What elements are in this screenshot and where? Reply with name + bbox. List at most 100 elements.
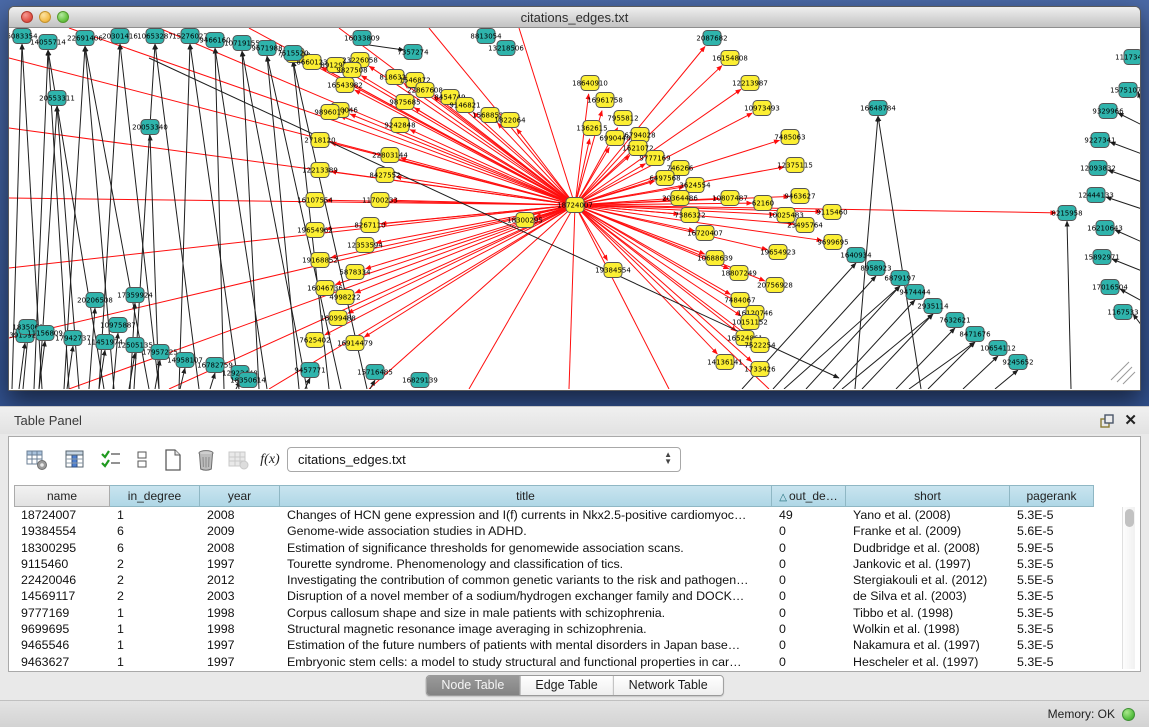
graph-edge[interactable]	[210, 373, 215, 389]
graph-edge[interactable]	[190, 44, 239, 389]
cell-short: Wolkin et al. (1998)	[846, 621, 1010, 637]
graph-edge[interactable]	[575, 205, 607, 261]
column-header-year[interactable]: year	[200, 485, 280, 507]
graph-edge[interactable]	[963, 356, 998, 389]
cell-short: Stergiakouli et al. (2012)	[846, 572, 1010, 588]
cell-out_de: 0	[772, 654, 846, 670]
column-header-name[interactable]: name	[14, 485, 110, 507]
scrollbar-thumb[interactable]	[1125, 509, 1134, 527]
graph-edge[interactable]	[1067, 221, 1071, 389]
cell-title: Structural magnetic resonance image aver…	[280, 621, 772, 637]
table-panel: Table Panel ✕	[0, 406, 1149, 727]
column-header-short[interactable]: short	[846, 485, 1010, 507]
graph-node-label: 10688639	[697, 255, 733, 263]
table-row[interactable]: 1872400712008Changes of HCN gene express…	[14, 507, 1094, 523]
tab-edge-table[interactable]: Edge Table	[519, 676, 612, 695]
graph-edge[interactable]	[784, 286, 900, 389]
column-header-pagerank[interactable]: pagerank	[1010, 485, 1094, 507]
sort-ascending-icon: △	[779, 492, 787, 503]
graph-edge[interactable]	[369, 66, 575, 205]
graph-node-label: 2087682	[696, 35, 727, 43]
table-row[interactable]: 946554611997Estimation of the future num…	[14, 637, 1094, 653]
graph-edge[interactable]	[179, 44, 190, 389]
function-builder-button[interactable]: f(x)	[256, 446, 284, 474]
memory-status-label: Memory: OK	[1048, 707, 1115, 721]
graph-node-label: 19654962	[297, 227, 333, 235]
graph-edge[interactable]	[498, 123, 575, 205]
column-header-title[interactable]: title	[280, 485, 772, 507]
graph-node-label: 8427552	[369, 172, 400, 180]
table-row[interactable]: 1938455462009Genome-wide association stu…	[14, 523, 1094, 539]
tab-node-table[interactable]: Node Table	[426, 676, 519, 695]
graph-edge[interactable]	[345, 71, 575, 205]
cell-pagerank: 5.3E-5	[1010, 654, 1094, 670]
graph-edge[interactable]	[995, 370, 1018, 389]
vertical-scrollbar[interactable]	[1122, 507, 1135, 669]
graph-node-label: 16961758	[587, 97, 623, 105]
float-panel-icon[interactable]	[1099, 413, 1115, 429]
citation-network-graph[interactable]: 1872400718300295193845547463822866012389…	[9, 28, 1140, 389]
import-table-button[interactable]	[224, 446, 252, 474]
window-resize-grip-icon[interactable]	[1111, 362, 1129, 380]
graph-edge[interactable]	[39, 106, 57, 389]
table-row[interactable]: 969969511998Structural magnetic resonanc…	[14, 621, 1094, 637]
tab-network-table[interactable]: Network Table	[613, 676, 723, 695]
table-row[interactable]: 911546021997Tourette syndrome. Phenomeno…	[14, 556, 1094, 572]
graph-edge[interactable]	[773, 276, 876, 389]
panel-title: Table Panel	[14, 413, 82, 428]
graph-node-label: 1733426	[744, 366, 776, 374]
table-row[interactable]: 1830029562008Estimation of significance …	[14, 540, 1094, 556]
graph-edge[interactable]	[89, 308, 95, 389]
cell-title: Disruption of a novel member of a sodium…	[280, 588, 772, 604]
graph-edge[interactable]	[267, 56, 299, 389]
table-row[interactable]: 1456911722003Disruption of a novel membe…	[14, 588, 1094, 604]
network-canvas[interactable]: 1872400718300295193845547463822866012389…	[9, 28, 1140, 390]
graph-node-label: 9227341	[1084, 137, 1115, 145]
window-resize-grip-icon[interactable]	[1117, 367, 1132, 382]
cell-year: 1998	[200, 621, 280, 637]
column-header-out_de[interactable]: △out_de…	[772, 485, 846, 507]
column-header-in_degree[interactable]: in_degree	[110, 485, 200, 507]
graph-edge[interactable]	[340, 116, 575, 205]
show-columns-button[interactable]	[61, 446, 89, 474]
graph-edge[interactable]	[369, 205, 575, 389]
cell-in_degree: 6	[110, 540, 200, 556]
table-row[interactable]: 977716911998Corpus callosum shape and si…	[14, 605, 1094, 621]
table-mode-button[interactable]	[23, 446, 51, 474]
graph-edge[interactable]	[575, 205, 752, 362]
graph-node-label: 1640934	[840, 252, 872, 260]
network-file-select[interactable]: citations_edges.txt ▲▼	[287, 447, 681, 472]
graph-edge[interactable]	[575, 94, 589, 205]
graph-node-label: 10807487	[712, 195, 748, 203]
graph-node-label: 22691406	[67, 35, 103, 43]
row-height-button[interactable]	[128, 446, 156, 474]
cell-title: Corpus callosum shape and size in male p…	[280, 605, 772, 621]
graph-edge[interactable]	[155, 44, 199, 389]
window-titlebar[interactable]: citations_edges.txt	[9, 7, 1140, 28]
graph-edge[interactable]	[862, 314, 933, 389]
graph-edge[interactable]	[519, 28, 575, 205]
graph-node-label: 19654923	[760, 249, 796, 257]
cell-pagerank: 5.3E-5	[1010, 507, 1094, 523]
graph-node-label: 9457771	[294, 367, 325, 375]
graph-edge[interactable]	[180, 368, 185, 389]
delete-column-button[interactable]	[192, 446, 220, 474]
graph-node-label: 10975887	[100, 322, 136, 330]
cell-name: 19384554	[14, 523, 110, 539]
graph-edge[interactable]	[242, 51, 259, 389]
table-row[interactable]: 2242004622012Investigating the contribut…	[14, 572, 1094, 588]
graph-edge[interactable]	[569, 205, 575, 389]
create-column-button[interactable]	[159, 446, 187, 474]
graph-edge[interactable]	[23, 335, 28, 389]
close-panel-icon[interactable]: ✕	[1124, 411, 1137, 429]
graph-node-label: 20301416	[102, 33, 138, 41]
select-columns-button[interactable]	[97, 446, 125, 474]
cell-year: 1997	[200, 654, 280, 670]
table-row[interactable]: 946362711997Embryonic stem cells: a mode…	[14, 654, 1094, 670]
graph-edge[interactable]	[9, 198, 575, 205]
graph-edge[interactable]	[149, 58, 839, 378]
graph-edge[interactable]	[878, 116, 921, 389]
cell-year: 1997	[200, 637, 280, 653]
cell-in_degree: 1	[110, 637, 200, 653]
cell-in_degree: 1	[110, 621, 200, 637]
